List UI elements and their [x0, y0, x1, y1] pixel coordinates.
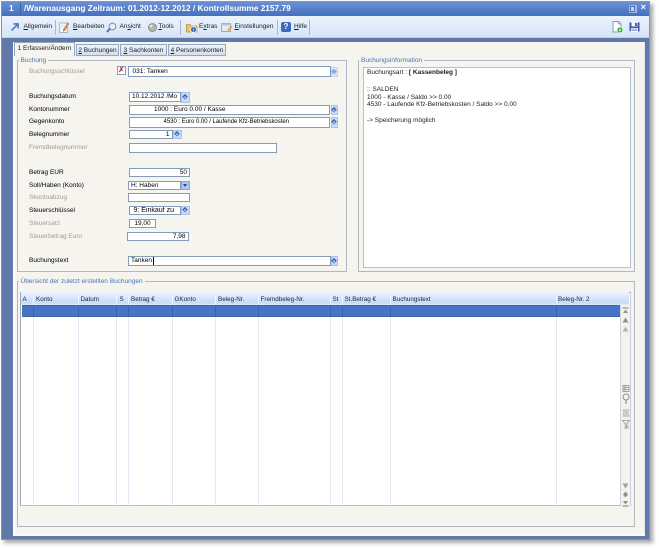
svg-text:6: 6 — [626, 425, 629, 430]
svg-text:i: i — [192, 27, 193, 32]
svg-text:86: 86 — [622, 411, 628, 417]
